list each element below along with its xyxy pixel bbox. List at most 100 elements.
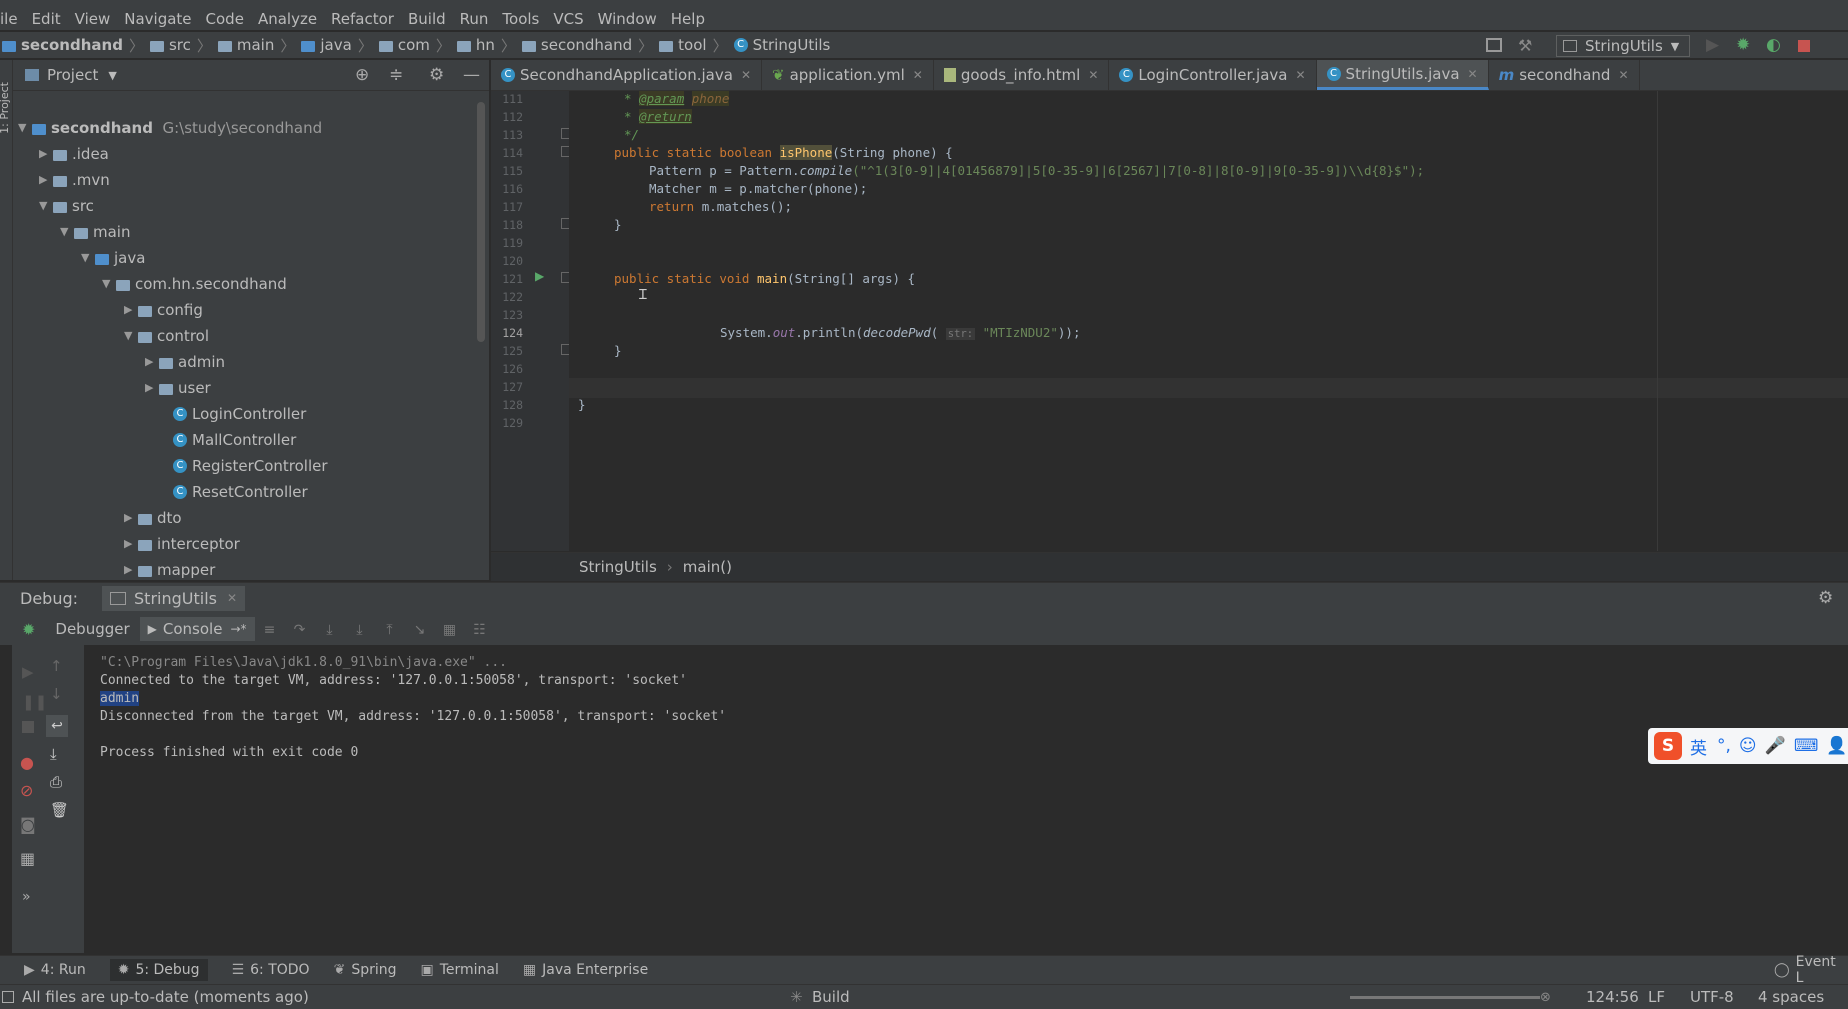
tree-item[interactable]: ▼ main: [60, 220, 130, 244]
tree-item[interactable]: C RegisterController: [173, 454, 328, 478]
tree-item[interactable]: ▶ admin: [145, 350, 225, 374]
step-out-icon[interactable]: ⤒: [383, 622, 397, 638]
menu-view[interactable]: View: [75, 10, 111, 28]
trash-icon[interactable]: 🗑: [50, 801, 69, 819]
crumb-java[interactable]: java 〉: [301, 35, 373, 56]
collapse-all-icon[interactable]: ≑: [389, 65, 403, 85]
tab-stringutils[interactable]: C StringUtils.java ✕: [1316, 60, 1489, 90]
resume-icon[interactable]: ▶: [22, 663, 34, 681]
menu-file[interactable]: ile: [0, 10, 18, 28]
debug-icon[interactable]: ✹: [1736, 35, 1750, 55]
indent-setting[interactable]: 4 spaces: [1758, 988, 1824, 1006]
console-tab[interactable]: ▶ Console →*: [139, 617, 255, 641]
debug-session-tab[interactable]: StringUtils ✕: [102, 585, 246, 611]
tab-login-controller[interactable]: C LoginController.java ✕: [1109, 60, 1317, 90]
status-toggle-icon[interactable]: [2, 991, 14, 1003]
close-icon[interactable]: ✕: [741, 68, 751, 82]
up-arrow-icon[interactable]: ↑: [50, 657, 63, 675]
more-icon[interactable]: »: [22, 889, 31, 905]
menu-refactor[interactable]: Refactor: [331, 10, 394, 28]
run-to-cursor-icon[interactable]: ↘: [413, 622, 427, 638]
crumb-secondhand[interactable]: secondhand 〉: [521, 35, 653, 56]
threads-icon[interactable]: ≡: [263, 622, 277, 638]
punctuation-icon[interactable]: °,: [1717, 736, 1731, 756]
project-structure-icon[interactable]: [1486, 38, 1502, 52]
line-separator[interactable]: LF: [1648, 988, 1665, 1006]
menu-build[interactable]: Build: [408, 10, 446, 28]
file-encoding[interactable]: UTF-8: [1690, 988, 1734, 1006]
cancel-icon[interactable]: ⊗: [1540, 990, 1551, 1005]
run-config-select[interactable]: StringUtils ▼: [1556, 35, 1690, 57]
close-icon[interactable]: ✕: [1088, 68, 1098, 82]
evaluate-icon[interactable]: ▦: [443, 622, 457, 638]
project-tool-button[interactable]: 1: Project: [0, 82, 11, 134]
microphone-icon[interactable]: 🎤: [1765, 736, 1786, 756]
tool-tab-event-log[interactable]: ◯ Event L: [1774, 954, 1840, 986]
step-into-icon[interactable]: ⤓: [323, 622, 337, 638]
tree-item[interactable]: ▼ com.hn.secondhand: [102, 272, 287, 296]
tool-tab-spring[interactable]: ❦ Spring: [334, 962, 397, 978]
mute-breakpoints-icon[interactable]: ⊘: [20, 781, 33, 800]
editor-crumb-class[interactable]: StringUtils: [579, 558, 657, 576]
menu-code[interactable]: Code: [206, 10, 244, 28]
close-icon[interactable]: ✕: [1295, 68, 1305, 82]
close-icon[interactable]: ✕: [1468, 67, 1478, 81]
crumb-src[interactable]: src 〉: [149, 35, 212, 56]
crumb-project[interactable]: secondhand 〉: [2, 35, 144, 56]
print-icon[interactable]: ⎙: [50, 773, 62, 791]
tree-item[interactable]: ▼ java: [81, 246, 145, 270]
gear-icon[interactable]: ⚙: [1818, 588, 1833, 608]
crumb-com[interactable]: com 〉: [378, 35, 451, 56]
tool-tab-todo[interactable]: ☰ 6: TODO: [232, 962, 310, 978]
camera-icon[interactable]: ◙: [20, 815, 36, 834]
tool-tab-debug[interactable]: ✹ 5: Debug: [109, 959, 208, 981]
tree-item[interactable]: ▶ interceptor: [124, 532, 240, 556]
soft-wrap-icon[interactable]: ↩: [46, 715, 68, 737]
stop-icon[interactable]: [1798, 40, 1810, 52]
stop-icon[interactable]: [22, 721, 34, 733]
down-arrow-icon[interactable]: ↓: [50, 685, 63, 703]
ime-mode[interactable]: 英: [1690, 734, 1707, 759]
hide-panel-icon[interactable]: —: [463, 65, 480, 85]
tree-item[interactable]: ▶ user: [145, 376, 211, 400]
tree-item[interactable]: ▼ src: [39, 194, 94, 218]
run-gutter-icon[interactable]: ▶: [535, 269, 544, 283]
tree-item[interactable]: ▶ config: [124, 298, 203, 322]
tree-item[interactable]: ▶ .mvn: [39, 168, 110, 192]
menu-analyze[interactable]: Analyze: [258, 10, 317, 28]
force-step-into-icon[interactable]: ⤓: [353, 622, 367, 638]
layout-icon[interactable]: ▦: [20, 849, 35, 868]
tool-tab-java-enterprise[interactable]: ▦ Java Enterprise: [523, 962, 648, 978]
menu-edit[interactable]: Edit: [32, 10, 61, 28]
project-scrollbar[interactable]: [477, 102, 485, 342]
chevron-down-icon[interactable]: ▼: [108, 69, 116, 82]
user-icon[interactable]: 👤: [1826, 736, 1847, 756]
menu-run[interactable]: Run: [460, 10, 489, 28]
close-icon[interactable]: ✕: [1618, 68, 1628, 82]
tree-item[interactable]: C ResetController: [173, 480, 308, 504]
crumb-tool[interactable]: tool 〉: [659, 35, 728, 56]
editor-crumb-method[interactable]: main(): [683, 558, 732, 576]
tab-goods-info[interactable]: goods_info.html ✕: [934, 60, 1110, 90]
tree-item[interactable]: ▶ dto: [124, 506, 182, 530]
restore-layout-icon[interactable]: →*: [230, 622, 246, 636]
console-output[interactable]: "C:\Program Files\Java\jdk1.8.0_91\bin\j…: [85, 645, 1848, 953]
crumb-hn[interactable]: hn 〉: [456, 35, 516, 56]
keyboard-icon[interactable]: ⌨: [1794, 736, 1819, 756]
gear-icon[interactable]: ⚙: [429, 65, 444, 85]
crumb-stringutils[interactable]: C StringUtils: [733, 36, 830, 54]
build-status[interactable]: Build: [812, 988, 850, 1006]
run-icon[interactable]: ▶: [1706, 35, 1719, 55]
project-view-select[interactable]: Project: [47, 66, 98, 84]
tree-root[interactable]: ▼ secondhand G:\study\secondhand: [18, 116, 322, 140]
view-breakpoints-icon[interactable]: ●: [20, 753, 34, 772]
caret-position[interactable]: 124:56: [1586, 988, 1639, 1006]
scroll-to-end-icon[interactable]: ⤓: [50, 745, 57, 763]
debugger-tab[interactable]: Debugger: [55, 620, 129, 638]
tree-item[interactable]: ▼ control: [124, 324, 209, 348]
coverage-icon[interactable]: ◐: [1766, 35, 1781, 55]
menu-navigate[interactable]: Navigate: [124, 10, 191, 28]
menu-vcs[interactable]: VCS: [553, 10, 583, 28]
close-icon[interactable]: ✕: [913, 68, 923, 82]
menu-help[interactable]: Help: [671, 10, 705, 28]
